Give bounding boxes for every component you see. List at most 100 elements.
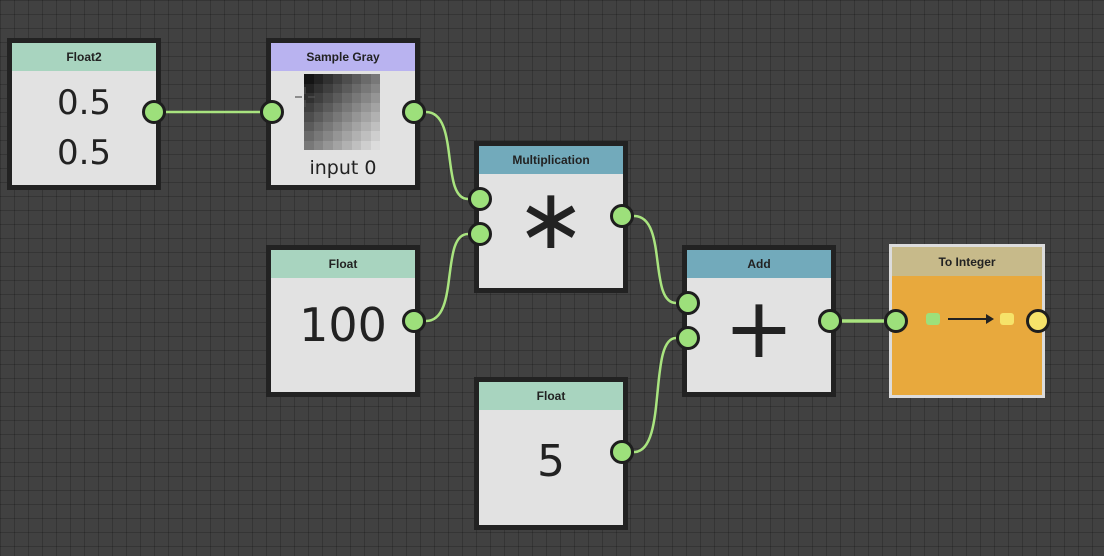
to-integer-input-port[interactable] [884, 309, 908, 333]
sample-gray-output-port[interactable] [402, 100, 426, 124]
preview-pixel [361, 121, 371, 131]
preview-pixel [351, 140, 361, 150]
preview-pixel [342, 140, 352, 150]
preview-pixel [370, 102, 380, 112]
float-5-output-port[interactable] [610, 440, 634, 464]
node-title: Add [747, 257, 771, 271]
preview-pixel [304, 74, 314, 84]
preview-pixel [342, 74, 352, 84]
to-integer-output-port[interactable] [1026, 309, 1050, 333]
crosshair-icon [295, 87, 315, 107]
node-header[interactable]: Float2 [12, 43, 156, 71]
wire-multiplication-to-add [633, 214, 677, 305]
preview-pixel [332, 121, 342, 131]
preview-pixel [332, 93, 342, 103]
preview-pixel [342, 102, 352, 112]
preview-pixel [332, 112, 342, 122]
float-value[interactable]: 5 [479, 436, 623, 487]
node-sample-gray[interactable]: Sample Gray input 0 [266, 38, 420, 190]
preview-pixel [304, 112, 314, 122]
float2-value-y[interactable]: 0.5 [12, 133, 156, 173]
preview-pixel [304, 140, 314, 150]
wire-float-5-to-add [633, 336, 677, 454]
preview-pixel [323, 93, 333, 103]
preview-pixel [313, 131, 323, 141]
preview-pixel [361, 112, 371, 122]
preview-pixel [370, 112, 380, 122]
preview-pixel [342, 93, 352, 103]
preview-pixel [313, 121, 323, 131]
node-title: To Integer [938, 255, 996, 269]
preview-pixel [361, 93, 371, 103]
preview-pixel [351, 83, 361, 93]
preview-pixel [323, 140, 333, 150]
node-float2[interactable]: Float2 0.5 0.5 [7, 38, 161, 190]
preview-pixel [370, 74, 380, 84]
preview-pixel [351, 121, 361, 131]
preview-pixel [323, 112, 333, 122]
multiplication-input-port-b[interactable] [468, 222, 492, 246]
preview-pixel [351, 102, 361, 112]
preview-pixel [342, 121, 352, 131]
node-multiplication[interactable]: Multiplication ∗ [474, 141, 628, 293]
wire-float-100-to-multiplication [425, 232, 469, 323]
preview-pixel [313, 112, 323, 122]
preview-pixel [332, 102, 342, 112]
preview-pixel [370, 131, 380, 141]
preview-pixel [361, 102, 371, 112]
preview-pixel [323, 83, 333, 93]
preview-pixel [351, 131, 361, 141]
sample-gray-caption: input 0 [309, 157, 377, 179]
float-value[interactable]: 100 [271, 298, 415, 352]
preview-pixel [304, 131, 314, 141]
preview-pixel [351, 93, 361, 103]
node-header[interactable]: Add [687, 250, 831, 278]
plus-icon: + [723, 279, 795, 377]
preview-pixel [323, 74, 333, 84]
preview-pixel [323, 102, 333, 112]
preview-pixel [332, 131, 342, 141]
sample-gray-input-port[interactable] [260, 100, 284, 124]
multiplication-input-port-a[interactable] [468, 187, 492, 211]
add-input-port-b[interactable] [676, 326, 700, 350]
wire-sample-gray-to-multiplication [425, 110, 469, 201]
preview-pixel [332, 140, 342, 150]
node-header[interactable]: Float [271, 250, 415, 278]
float-100-output-port[interactable] [402, 309, 426, 333]
preview-pixel [313, 74, 323, 84]
node-to-integer[interactable]: To Integer [889, 244, 1045, 398]
float2-output-port[interactable] [142, 100, 166, 124]
preview-pixel [370, 83, 380, 93]
preview-pixel [304, 121, 314, 131]
add-output-port[interactable] [818, 309, 842, 333]
preview-pixel [361, 140, 371, 150]
add-input-port-a[interactable] [676, 291, 700, 315]
node-header[interactable]: To Integer [892, 247, 1042, 276]
multiplication-output-port[interactable] [610, 204, 634, 228]
float2-value-x[interactable]: 0.5 [12, 83, 156, 123]
node-title: Float [328, 257, 358, 271]
preview-pixel [361, 83, 371, 93]
node-header[interactable]: Float [479, 382, 623, 410]
node-title: Float2 [66, 50, 102, 64]
node-title: Float [536, 389, 566, 403]
multiply-icon: ∗ [515, 170, 587, 268]
node-float-100[interactable]: Float 100 [266, 245, 420, 397]
node-add[interactable]: Add + [682, 245, 836, 397]
preview-pixel [323, 131, 333, 141]
node-float-5[interactable]: Float 5 [474, 377, 628, 530]
preview-pixel [332, 83, 342, 93]
preview-pixel [361, 74, 371, 84]
preview-pixel [370, 140, 380, 150]
node-title: Multiplication [512, 153, 590, 167]
preview-pixel [370, 121, 380, 131]
preview-pixel [351, 112, 361, 122]
preview-pixel [361, 131, 371, 141]
preview-pixel [342, 83, 352, 93]
preview-pixel [332, 74, 342, 84]
preview-pixel [342, 112, 352, 122]
preview-pixel [323, 121, 333, 131]
preview-pixel [313, 140, 323, 150]
node-header[interactable]: Sample Gray [271, 43, 415, 71]
preview-pixel [342, 131, 352, 141]
